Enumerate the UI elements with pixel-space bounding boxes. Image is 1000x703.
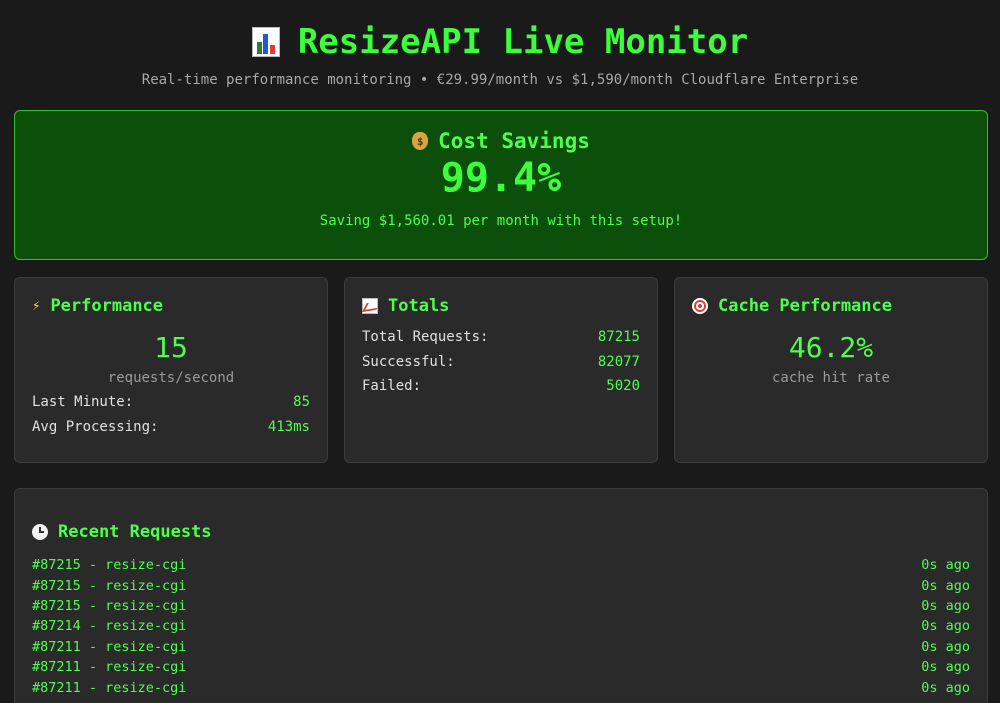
- recent-requests-list: #87215 - resize-cgi 0s ago #87215 - resi…: [32, 555, 970, 698]
- list-item: #87211 - resize-cgi 0s ago: [32, 657, 970, 677]
- totals-card: Totals Total Requests: 87215 Successful:…: [344, 277, 658, 463]
- list-item: #87215 - resize-cgi 0s ago: [32, 596, 970, 616]
- recent-requests-panel: Recent Requests #87215 - resize-cgi 0s a…: [14, 488, 988, 703]
- cache-card: Cache Performance 46.2% cache hit rate: [674, 277, 988, 463]
- cache-title-row: Cache Performance: [692, 295, 970, 317]
- stat-row-last-minute: Last Minute: 85: [32, 390, 310, 415]
- request-label: #87215 - resize-cgi: [32, 577, 187, 594]
- requests-per-second-caption: requests/second: [107, 370, 235, 386]
- request-label: #87211 - resize-cgi: [32, 659, 187, 676]
- stat-value: 82077: [597, 353, 640, 370]
- stat-row-avg-processing: Avg Processing: 413ms: [32, 415, 310, 440]
- totals-list: Total Requests: 87215 Successful: 82077 …: [362, 325, 640, 399]
- money-bag-icon: $: [412, 132, 429, 150]
- list-item: #87211 - resize-cgi 0s ago: [32, 637, 970, 657]
- list-item: #87215 - resize-cgi 0s ago: [32, 575, 970, 595]
- stat-value: 413ms: [267, 418, 310, 435]
- page-subtitle: Real-time performance monitoring • €29.9…: [141, 72, 859, 88]
- target-icon: [692, 298, 708, 314]
- list-item: #87215 - resize-cgi 0s ago: [32, 555, 970, 575]
- request-label: #87215 - resize-cgi: [32, 597, 187, 614]
- page-header: ResizeAPI Live Monitor Real-time perform…: [0, 0, 1000, 88]
- request-label: #87211 - resize-cgi: [32, 638, 187, 655]
- cost-savings-percent: 99.4%: [440, 155, 562, 201]
- request-time: 0s ago: [921, 618, 970, 635]
- request-label: #87215 - resize-cgi: [32, 557, 187, 574]
- list-item: #87214 - resize-cgi 0s ago: [32, 616, 970, 636]
- cost-savings-title: Cost Savings: [438, 129, 590, 153]
- totals-title-row: Totals: [362, 295, 640, 317]
- chart-increasing-icon: [362, 298, 378, 314]
- request-time: 0s ago: [921, 597, 970, 614]
- stat-value: 87215: [597, 329, 640, 346]
- monitor-page: ResizeAPI Live Monitor Real-time perform…: [0, 0, 1000, 703]
- cost-savings-panel: $ Cost Savings 99.4% Saving $1,560.01 pe…: [14, 110, 988, 260]
- request-label: #87214 - resize-cgi: [32, 618, 187, 635]
- request-label: #87211 - resize-cgi: [32, 679, 187, 696]
- requests-per-second-value: 15: [154, 331, 188, 364]
- request-time: 0s ago: [921, 557, 970, 574]
- stat-row-successful: Successful: 82077: [362, 350, 640, 375]
- recent-requests-title: Recent Requests: [58, 522, 212, 542]
- cache-title: Cache Performance: [718, 296, 892, 316]
- stat-value: 85: [293, 394, 310, 411]
- lightning-icon: ⚡: [32, 298, 41, 314]
- clock-icon: [32, 524, 48, 540]
- list-item: #87211 - resize-cgi 0s ago: [32, 677, 970, 697]
- request-time: 0s ago: [921, 659, 970, 676]
- performance-card: ⚡ Performance 15 requests/second Last Mi…: [14, 277, 328, 463]
- cost-savings-note: Saving $1,560.01 per month with this set…: [319, 213, 683, 229]
- totals-title: Totals: [388, 296, 450, 316]
- performance-title: Performance: [50, 296, 164, 316]
- stat-label: Avg Processing:: [32, 418, 159, 435]
- stat-label: Successful:: [362, 353, 455, 370]
- cache-hit-rate-caption: cache hit rate: [771, 370, 890, 386]
- performance-title-row: ⚡ Performance: [32, 295, 310, 317]
- request-time: 0s ago: [921, 679, 970, 696]
- request-time: 0s ago: [921, 577, 970, 594]
- stat-label: Total Requests:: [362, 329, 489, 346]
- bar-chart-icon: [251, 27, 280, 57]
- recent-requests-title-row: Recent Requests: [32, 521, 970, 543]
- stat-row-total-requests: Total Requests: 87215: [362, 325, 640, 350]
- page-title: ResizeAPI Live Monitor: [297, 22, 749, 62]
- request-time: 0s ago: [921, 638, 970, 655]
- page-title-row: ResizeAPI Live Monitor: [0, 20, 1000, 64]
- cache-hit-rate-value: 46.2%: [788, 331, 874, 364]
- stat-row-failed: Failed: 5020: [362, 374, 640, 399]
- stat-label: Last Minute:: [32, 394, 134, 411]
- stat-value: 5020: [606, 378, 640, 395]
- stat-label: Failed:: [362, 378, 422, 395]
- cost-savings-title-row: $ Cost Savings: [15, 129, 987, 153]
